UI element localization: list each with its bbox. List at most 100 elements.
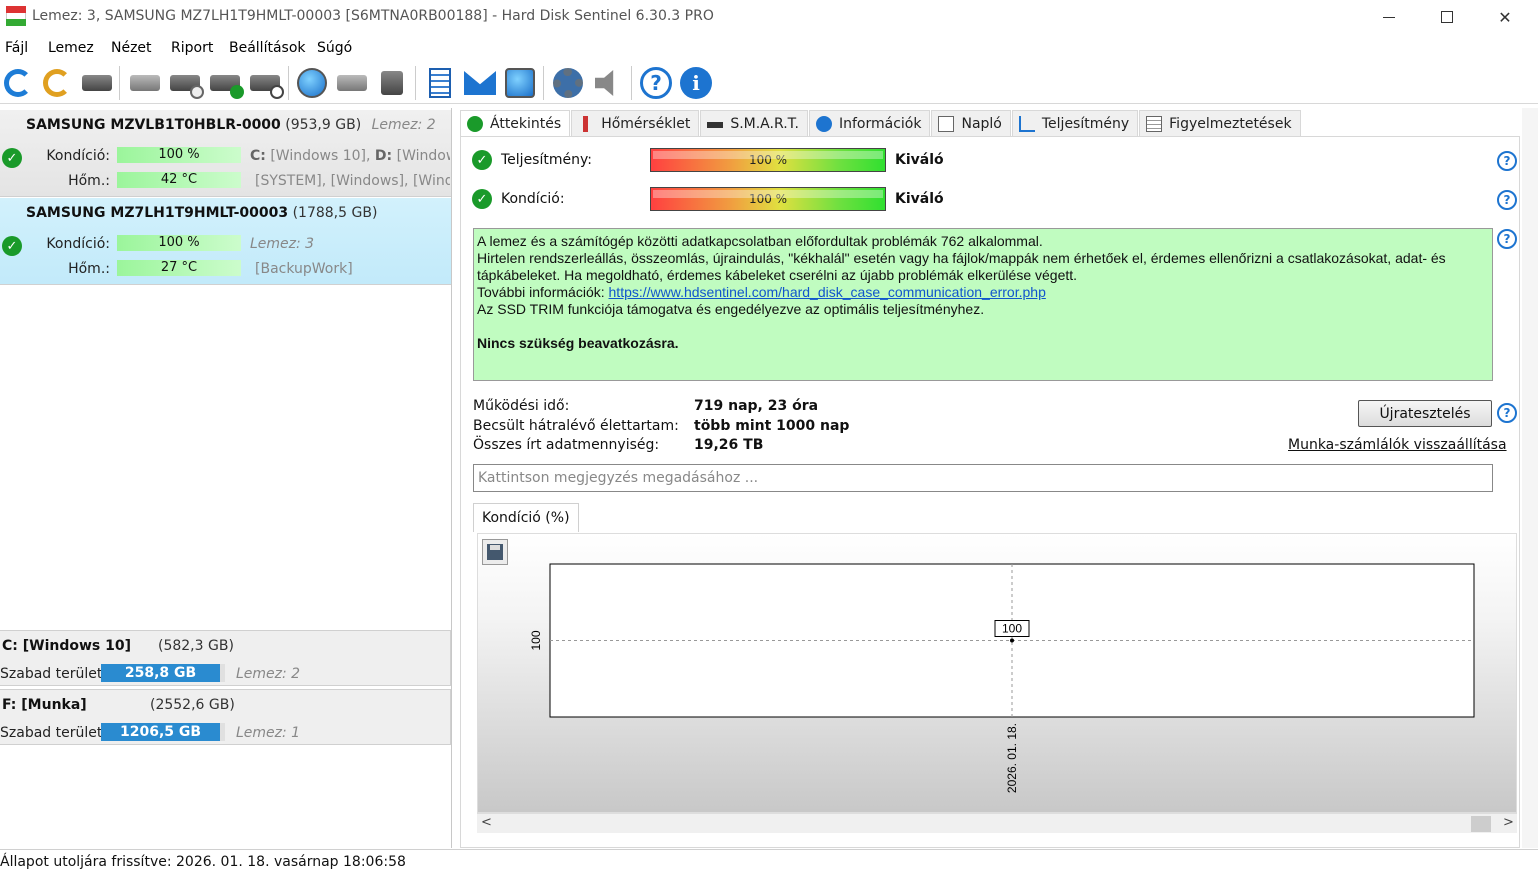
tab-temperature[interactable]: Hőmérséklet (571, 110, 700, 136)
performance-rating: Kiváló (895, 152, 944, 168)
menu-settings[interactable]: Beállítások (229, 40, 306, 56)
volume-name: C: [Windows 10] (2, 638, 132, 654)
overview-content: ✓ Teljesítmény: 100 % Kiváló ? ✓ Kondíci… (460, 136, 1520, 848)
menu-report[interactable]: Riport (171, 40, 213, 56)
chart-tab-health[interactable]: Kondíció (%) (473, 503, 579, 532)
menu-file[interactable]: Fájl (5, 40, 28, 56)
mail-icon[interactable] (462, 65, 498, 101)
data-label: 100 (1002, 622, 1022, 636)
free-space-label: Szabad terület (0, 725, 103, 741)
menu-help[interactable]: Súgó (317, 40, 352, 56)
maximize-button[interactable] (1424, 2, 1470, 32)
disk-list-pane: SAMSUNG MZVLB1T0HBLR-0000 (953,9 GB) Lem… (0, 108, 452, 848)
tab-alerts[interactable]: Figyelmeztetések (1139, 110, 1301, 136)
health-label: Kondíció: (46, 148, 110, 164)
chart-icon (1018, 115, 1035, 132)
free-space-bar: 1206,5 GB (101, 723, 225, 741)
health-label: Kondíció: (46, 236, 110, 252)
disk-number: Lemez: 3 (250, 236, 315, 252)
status-text: Állapot utoljára frissítve: 2026. 01. 18… (0, 854, 406, 870)
volume-size: (582,3 GB) (158, 638, 234, 654)
retest-button[interactable]: Újratesztelés (1358, 400, 1492, 427)
scroll-right-icon[interactable]: > (1503, 815, 1514, 830)
disk-name: SAMSUNG MZVLB1T0HBLR-0000 (26, 117, 281, 133)
minimize-button[interactable] (1366, 2, 1412, 32)
health-rating: Kiváló (895, 191, 944, 207)
menu-bar: Fájl Lemez Nézet Riport Beállítások Súgó (0, 34, 1538, 62)
performance-ok-icon: ✓ (472, 150, 492, 170)
toolbar: ? i (0, 62, 1538, 104)
reset-counters-link[interactable]: Munka-számlálók visszaállítása (1288, 437, 1507, 453)
volume-size: (2552,6 GB) (150, 697, 235, 713)
help-icon[interactable]: ? (1497, 229, 1517, 249)
health-bar: 100 % (650, 187, 886, 211)
globe-icon[interactable] (294, 65, 330, 101)
network-disk-icon[interactable] (334, 65, 370, 101)
disk-list-icon[interactable] (79, 65, 115, 101)
free-space-bar: 258,8 GB (101, 664, 225, 682)
tab-overview[interactable]: Áttekintés (460, 110, 571, 137)
volume-disk-number: Lemez: 2 (236, 666, 301, 682)
close-button[interactable]: ✕ (1482, 2, 1528, 32)
disk-card-2[interactable]: SAMSUNG MZ7LH1T9HMLT-00003 (1788,5 GB) ✓… (0, 198, 451, 285)
disk-search-icon[interactable] (247, 65, 284, 101)
report-icon[interactable] (422, 65, 458, 101)
volume-card-c[interactable]: C: [Windows 10] (582,3 GB) Szabad terüle… (0, 630, 451, 686)
note-input[interactable]: Kattintson megjegyzés megadásához ... (473, 464, 1493, 492)
title-bar: Lemez: 3, SAMSUNG MZ7LH1T9HMLT-00003 [S6… (0, 0, 1538, 34)
scroll-thumb[interactable] (1471, 816, 1491, 832)
performance-bar: 100 % (650, 148, 886, 172)
disk-schedule-icon[interactable] (167, 65, 204, 101)
app-logo-icon (6, 6, 26, 26)
temp-bar: 42 °C (117, 172, 241, 188)
tab-performance[interactable]: Teljesítmény (1011, 110, 1139, 136)
scroll-left-icon[interactable]: < (481, 815, 492, 830)
disk-size: (953,9 GB) (285, 117, 362, 133)
uptime-value: 719 nap, 23 óra (694, 398, 819, 414)
disk-card-1[interactable]: SAMSUNG MZVLB1T0HBLR-0000 (953,9 GB) Lem… (0, 110, 451, 197)
status-message: A lemez és a számítógép közötti adatkapc… (473, 228, 1493, 381)
chart-scrollbar[interactable]: < > (477, 813, 1517, 833)
web-icon[interactable] (502, 65, 538, 101)
refresh-icon[interactable] (0, 65, 36, 101)
disk-check-icon[interactable] (207, 65, 244, 101)
health-label: Kondíció: (501, 191, 565, 207)
status-bar: Állapot utoljára frissítve: 2026. 01. 18… (0, 849, 1538, 873)
health-chart: 100 2026. 01. 18. 100 (477, 533, 1517, 813)
usb-disk-icon[interactable] (374, 65, 410, 101)
details-pane: Áttekintés Hőmérséklet S.M.A.R.T. Inform… (457, 108, 1520, 848)
disk-number: Lemez: 2 (371, 117, 436, 133)
help-icon[interactable]: ? (1497, 151, 1517, 171)
tab-smart[interactable]: S.M.A.R.T. (700, 110, 808, 136)
help-icon[interactable]: ? (1497, 190, 1517, 210)
action-required-text: Nincs szükség beavatkozásra. (477, 335, 679, 351)
menu-view[interactable]: Nézet (111, 40, 152, 56)
lifetime-label: Becsült hátralévő élettartam: (473, 418, 679, 434)
log-icon (938, 115, 955, 132)
health-bar: 100 % (117, 235, 241, 251)
x-tick-label: 2026. 01. 18. (1005, 723, 1019, 793)
lifetime-value: több mint 1000 nap (694, 418, 850, 434)
tab-log[interactable]: Napló (931, 110, 1011, 136)
check-icon (467, 116, 483, 132)
health-ok-icon: ✓ (472, 189, 492, 209)
settings-icon[interactable] (550, 65, 586, 101)
chart-svg: 100 2026. 01. 18. 100 (529, 563, 1475, 793)
info-icon[interactable]: i (678, 65, 714, 101)
disk-health-icon[interactable] (127, 65, 163, 101)
refresh-warning-icon[interactable] (39, 65, 75, 101)
sound-icon[interactable] (590, 65, 626, 101)
temp-label: Hőm.: (68, 173, 110, 189)
tab-bar: Áttekintés Hőmérséklet S.M.A.R.T. Inform… (460, 110, 1302, 137)
more-info-link[interactable]: https://www.hdsentinel.com/hard_disk_cas… (609, 284, 1046, 300)
help-icon[interactable]: ? (1497, 403, 1517, 423)
smart-icon (707, 121, 724, 128)
menu-disk[interactable]: Lemez (48, 40, 94, 56)
temp-bar: 27 °C (117, 260, 241, 276)
volume-card-f[interactable]: F: [Munka] (2552,6 GB) Szabad terület 12… (0, 689, 451, 745)
thermometer-icon (578, 115, 595, 132)
tab-information[interactable]: Információk (808, 110, 931, 136)
window-scrollbar[interactable] (1522, 108, 1538, 848)
data-point (1010, 638, 1014, 643)
help-icon[interactable]: ? (638, 65, 674, 101)
